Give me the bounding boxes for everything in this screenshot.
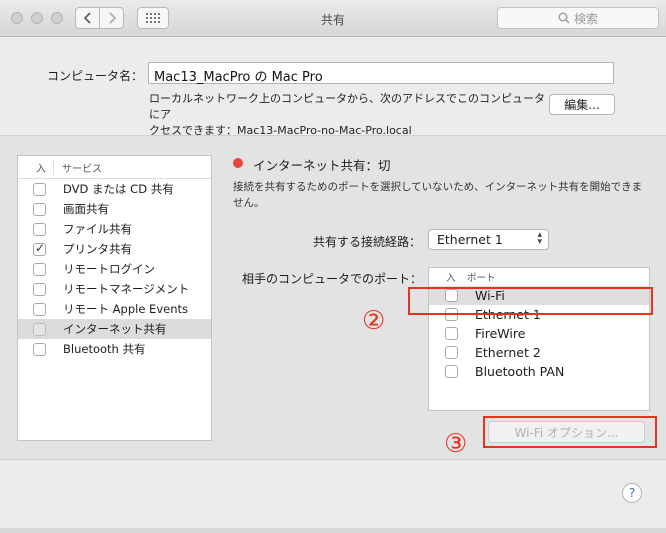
ports-header-on: 入 [446,273,456,284]
service-checkbox[interactable] [33,322,46,336]
share-connection-label: 共有する接続経路： [313,235,422,249]
service-label: インターネット共有 [63,322,167,336]
service-label: プリンタ共有 [63,242,132,256]
port-checkbox[interactable] [445,365,458,378]
internet-sharing-description: 接続を共有するためのポートを選択していないため、インターネット共有を開始できませ… [233,181,643,209]
service-checkbox[interactable] [33,282,46,296]
service-checkbox[interactable] [33,262,46,276]
computer-address-description: ローカルネットワーク上のコンピュータから、次のアドレスでこのコンピュータにア ク… [149,91,549,139]
port-label: FireWire [475,326,526,341]
header-on: 入 [18,159,54,175]
status-indicator-icon [233,158,243,168]
service-checkbox[interactable] [33,241,46,256]
description-line-1: ローカルネットワーク上のコンピュータから、次のアドレスでこのコンピュータにア [149,92,545,121]
service-label: リモートマネージメント [63,282,190,296]
service-item-file-sharing[interactable]: ファイル共有 [18,219,211,239]
port-label: Bluetooth PAN [475,364,565,379]
search-field[interactable]: 検索 [497,7,659,29]
service-label: Bluetooth 共有 [63,342,146,356]
header-service: サービス [62,163,102,175]
ports-header-port: ポート [467,273,496,284]
services-list[interactable]: 入 サービス DVD または CD 共有 画面共有 ファイル共有 プリンタ共有 … [17,155,212,441]
updown-arrows-icon: ▴ ▾ [537,230,542,247]
share-connection-select[interactable]: Ethernet 1 ▴ ▾ [428,229,549,250]
annotation-marker-3: ③ [444,429,468,459]
edit-button[interactable]: 編集... [549,94,615,115]
port-item-firewire[interactable]: FireWire [429,324,649,343]
service-item-internet-sharing[interactable]: インターネット共有 [18,319,211,339]
help-button[interactable]: ? [622,483,642,503]
annotation-box-wifi-options [483,416,657,448]
port-item-ethernet-2[interactable]: Ethernet 2 [429,343,649,362]
search-placeholder: 検索 [573,11,598,26]
port-checkbox[interactable] [445,327,458,340]
service-label: ファイル共有 [63,222,132,236]
service-item-remote-apple-events[interactable]: リモート Apple Events [18,299,211,319]
annotation-box-wifi [408,287,653,315]
service-item-bluetooth-sharing[interactable]: Bluetooth 共有 [18,339,211,359]
service-checkbox[interactable] [33,182,46,196]
service-checkbox[interactable] [33,342,46,356]
service-item-screen-sharing[interactable]: 画面共有 [18,199,211,219]
service-label: 画面共有 [63,202,109,216]
service-checkbox[interactable] [33,202,46,216]
service-item-remote-management[interactable]: リモートマネージメント [18,279,211,299]
port-checkbox[interactable] [445,346,458,359]
ports-list-header: 入 ポート [429,268,649,286]
port-item-bluetooth-pan[interactable]: Bluetooth PAN [429,362,649,381]
service-label: リモートログイン [63,262,155,276]
search-icon [558,12,570,24]
window-titlebar: 共有 検索 [0,0,666,37]
computer-name-label: コンピュータ名： [47,69,144,83]
service-label: リモート Apple Events [63,302,188,316]
service-item-printer-sharing[interactable]: プリンタ共有 [18,239,211,259]
internet-sharing-status: インターネット共有：切 [253,158,391,173]
share-connection-value: Ethernet 1 [437,232,503,247]
service-item-remote-login[interactable]: リモートログイン [18,259,211,279]
window-bottom-edge [0,528,666,533]
service-item-dvd[interactable]: DVD または CD 共有 [18,179,211,199]
ports-label: 相手のコンピュータでのポート： [242,272,423,286]
computer-name-input[interactable]: Mac13_MacPro の Mac Pro [148,62,614,85]
services-list-header: 入 サービス [18,156,211,179]
port-label: Ethernet 2 [475,345,541,360]
annotation-marker-2: ② [362,306,386,336]
service-label: DVD または CD 共有 [63,182,174,196]
service-checkbox[interactable] [33,222,46,236]
service-checkbox[interactable] [33,302,46,316]
